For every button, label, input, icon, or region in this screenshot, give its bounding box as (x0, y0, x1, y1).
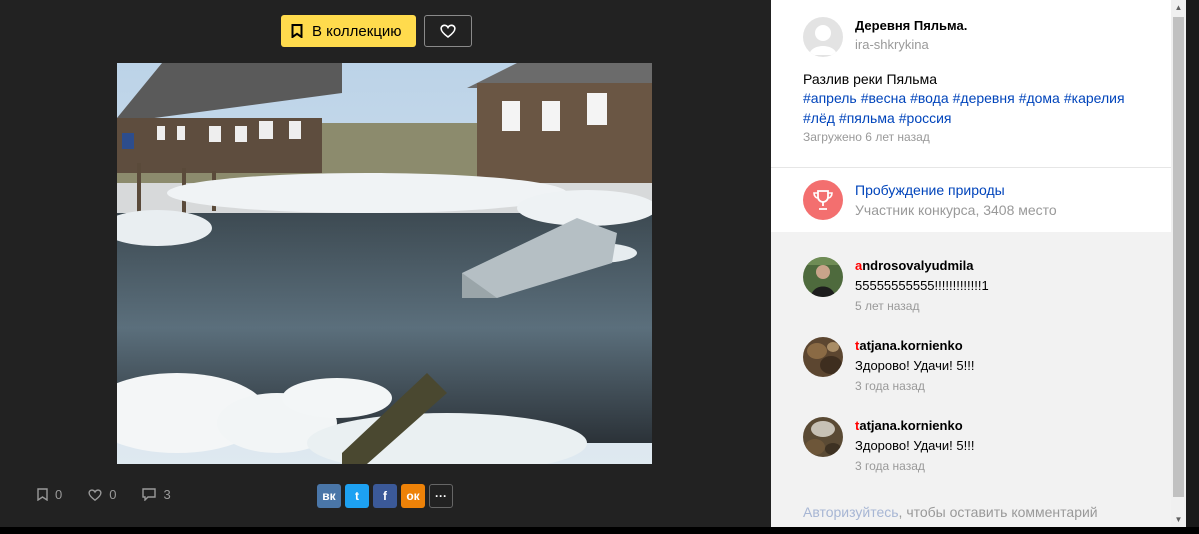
bookmark-icon (37, 488, 48, 501)
add-to-collection-label: В коллекцию (312, 22, 402, 40)
scroll-up-arrow-icon[interactable]: ▲ (1171, 0, 1186, 15)
add-to-collection-button[interactable]: В коллекцию (281, 15, 416, 47)
share-twitter-button[interactable]: t (345, 484, 369, 508)
tag-link[interactable]: #пяльма (839, 110, 895, 126)
comment-time: 5 лет назад (855, 299, 920, 313)
tag-link[interactable]: #деревня (953, 90, 1015, 106)
tag-link[interactable]: #лёд (803, 110, 835, 126)
saves-count-value: 0 (55, 487, 63, 502)
share-vk-button[interactable]: вк (317, 484, 341, 508)
login-link[interactable]: Авторизуйтесь (803, 504, 899, 520)
comment-item: androsovalyudmila 55555555555!!!!!!!!!!!… (803, 257, 989, 315)
like-button[interactable] (424, 15, 472, 47)
tag-link[interactable]: #вода (910, 90, 949, 106)
share-odnoklassniki-button[interactable]: ок (401, 484, 425, 508)
author-login[interactable]: ira-shkrykina (855, 35, 967, 55)
photo-viewer: В коллекцию 0 0 3 вк t f ок ··· (0, 0, 771, 527)
share-buttons: вк t f ок ··· (317, 484, 457, 508)
login-prompt: Авторизуйтесь, чтобы оставить комментари… (803, 504, 1098, 520)
upload-time: Загружено 6 лет назад (803, 130, 930, 144)
comment-item: tatjana.kornienko Здорово! Удачи! 5!!! 3… (803, 337, 974, 395)
user-icon (809, 25, 837, 55)
comments-count-value: 3 (163, 487, 171, 502)
scrollbar[interactable]: ▲ ▼ (1171, 0, 1186, 527)
commenter-avatar[interactable] (803, 257, 843, 297)
author-name[interactable]: Деревня Пяльма. (855, 17, 967, 35)
details-panel: Деревня Пяльма. ira-shkrykina Разлив рек… (771, 0, 1171, 527)
comment-item: tatjana.kornienko Здорово! Удачи! 5!!! 3… (803, 417, 974, 475)
more-icon: ··· (435, 489, 447, 503)
contest-subtitle: Участник конкурса, 3408 место (855, 202, 1057, 218)
login-prompt-text: , чтобы оставить комментарий (898, 504, 1098, 520)
tag-link[interactable]: #весна (861, 90, 906, 106)
facebook-icon: f (383, 489, 387, 503)
scroll-thumb[interactable] (1173, 17, 1184, 497)
bookmark-icon (291, 24, 303, 38)
comments-count[interactable]: 3 (142, 487, 171, 502)
comment-time: 3 года назад (855, 379, 925, 393)
share-facebook-button[interactable]: f (373, 484, 397, 508)
commenter-avatar[interactable] (803, 337, 843, 377)
photo-stats: 0 0 3 (37, 487, 197, 502)
comment-author[interactable]: androsovalyudmila (855, 257, 989, 275)
main-photo[interactable] (117, 63, 652, 464)
tag-link[interactable]: #дома (1019, 90, 1060, 106)
heart-icon (88, 488, 102, 501)
tag-link[interactable]: #апрель (803, 90, 857, 106)
contest-block[interactable]: Пробуждение природы Участник конкурса, 3… (803, 180, 1057, 220)
tag-link[interactable]: #россия (899, 110, 952, 126)
comment-time: 3 года назад (855, 459, 925, 473)
twitter-icon: t (355, 489, 359, 503)
photo-description: Разлив реки Пяльма (803, 71, 938, 87)
comment-author[interactable]: tatjana.kornienko (855, 337, 974, 355)
vk-icon: вк (322, 489, 336, 503)
tag-list: #апрель #весна #вода #деревня #дома #карелия #… (803, 88, 1153, 128)
odnoklassniki-icon: ок (406, 489, 420, 503)
author-avatar[interactable] (803, 17, 843, 57)
commenter-avatar[interactable] (803, 417, 843, 457)
comment-author[interactable]: tatjana.kornienko (855, 417, 974, 435)
heart-icon (440, 24, 456, 38)
comment-text: Здорово! Удачи! 5!!! (855, 358, 975, 373)
author-block[interactable]: Деревня Пяльма. ira-shkrykina (803, 17, 967, 57)
saves-count[interactable]: 0 (37, 487, 62, 502)
likes-count-value: 0 (109, 487, 117, 502)
window-edge (1186, 0, 1199, 527)
more-share-button[interactable]: ··· (429, 484, 453, 508)
scroll-down-arrow-icon[interactable]: ▼ (1171, 512, 1186, 527)
tag-link[interactable]: #карелия (1064, 90, 1125, 106)
comments-section: androsovalyudmila 55555555555!!!!!!!!!!!… (771, 232, 1171, 527)
trophy-icon (813, 190, 833, 210)
trophy-badge (803, 180, 843, 220)
contest-title[interactable]: Пробуждение природы (855, 180, 1057, 200)
comment-icon (142, 488, 157, 501)
comment-text: Здорово! Удачи! 5!!! (855, 438, 975, 453)
likes-count[interactable]: 0 (88, 487, 116, 502)
divider (771, 167, 1171, 168)
comment-text: 55555555555!!!!!!!!!!!!!1 (855, 278, 989, 293)
